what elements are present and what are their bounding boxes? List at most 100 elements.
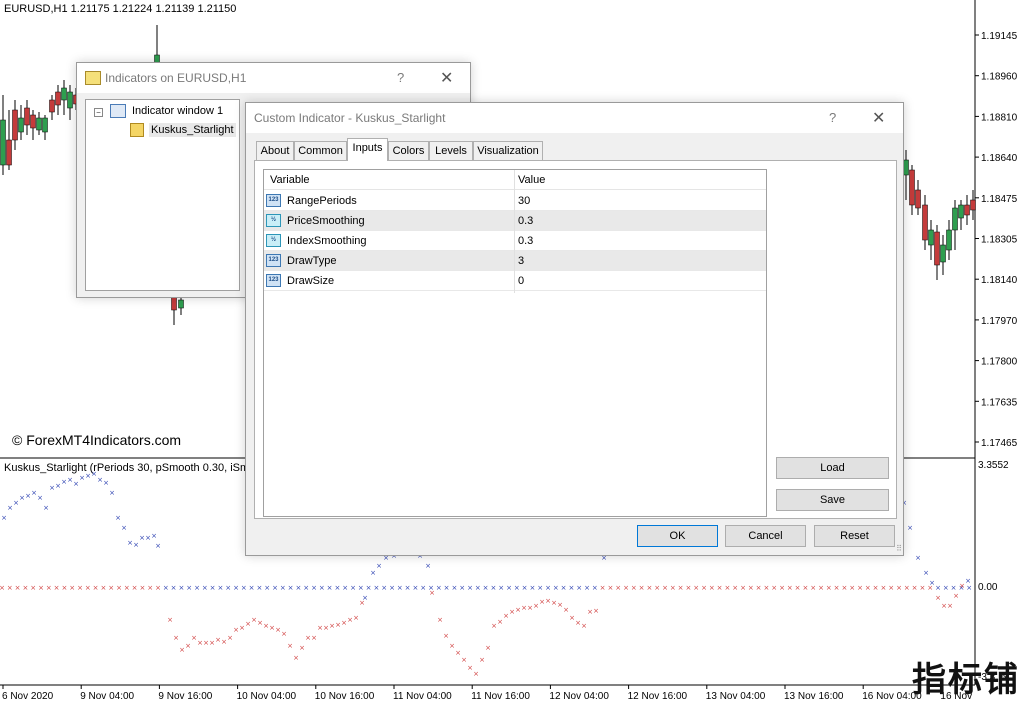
time-label: 12 Nov 04:00 — [549, 691, 609, 702]
custom-dialog-titlebar[interactable]: Custom Indicator - Kuskus_Starlight ? ✕ — [246, 103, 903, 133]
variable-value[interactable]: 3 — [518, 255, 524, 267]
integer-icon: 123 — [266, 194, 281, 207]
indicator-marker: × — [444, 584, 450, 592]
indicator-marker: × — [97, 476, 103, 484]
indicator-marker: × — [303, 584, 309, 592]
candle-body — [6, 139, 12, 166]
indicator-marker: × — [124, 584, 130, 592]
indicator-marker: × — [288, 584, 294, 592]
help-button[interactable]: ? — [829, 110, 836, 125]
indicator-window-icon — [110, 104, 126, 118]
table-row[interactable]: ½ IndexSmoothing 0.3 — [264, 231, 766, 251]
indicator-marker: × — [373, 584, 379, 592]
time-label: 12 Nov 16:00 — [628, 691, 688, 702]
indicator-marker: × — [935, 594, 941, 602]
indicator-marker: × — [503, 612, 509, 620]
indicator-marker: × — [959, 582, 965, 590]
indicator-marker: × — [155, 542, 161, 550]
indicator-marker: × — [221, 638, 227, 646]
double-icon: ½ — [266, 214, 281, 227]
column-divider[interactable] — [514, 170, 515, 293]
indicator-marker: × — [436, 584, 442, 592]
indicator-marker: × — [389, 584, 395, 592]
variable-value[interactable]: 0 — [518, 275, 524, 287]
indicator-marker: × — [323, 624, 329, 632]
resize-grip-icon[interactable]: ⠿ — [896, 544, 902, 553]
candle-body — [964, 204, 970, 216]
indicator-marker: × — [46, 584, 52, 592]
time-label: 13 Nov 04:00 — [706, 691, 766, 702]
candle-body — [49, 99, 55, 113]
indicator-marker: × — [272, 584, 278, 592]
help-button[interactable]: ? — [397, 70, 404, 85]
indicator-marker: × — [151, 532, 157, 540]
candle-body — [30, 114, 36, 129]
indicator-marker: × — [810, 584, 816, 592]
tree-item-indicator-window[interactable]: Indicator window 1 — [132, 105, 223, 117]
variable-value[interactable]: 0.3 — [518, 215, 533, 227]
indicator-marker: × — [575, 619, 581, 627]
indicator-marker: × — [342, 584, 348, 592]
indicator-marker: × — [269, 624, 275, 632]
time-label: 13 Nov 16:00 — [784, 691, 844, 702]
candle-body — [903, 159, 909, 176]
indicator-marker: × — [366, 584, 372, 592]
table-row[interactable]: 123 RangePeriods 30 — [264, 191, 766, 211]
tab-levels[interactable]: Levels — [429, 141, 473, 161]
indicator-tree[interactable]: − Indicator window 1 Kuskus_Starlight — [85, 99, 240, 291]
collapse-icon[interactable]: − — [94, 108, 103, 117]
indicator-marker: × — [941, 602, 947, 610]
indicator-marker: × — [295, 584, 301, 592]
close-icon[interactable]: ✕ — [872, 108, 885, 128]
column-header-value[interactable]: Value — [518, 174, 545, 186]
variable-value[interactable]: 30 — [518, 195, 530, 207]
indicator-marker: × — [115, 514, 121, 522]
variable-value[interactable]: 0.3 — [518, 235, 533, 247]
inputs-grid[interactable]: Variable Value 123 RangePeriods 30 ½ Pri… — [263, 169, 767, 517]
close-icon[interactable]: ✕ — [440, 68, 453, 88]
custom-indicator-dialog[interactable]: Custom Indicator - Kuskus_Starlight ? ✕ … — [245, 102, 904, 556]
price-label: 1.18640 — [981, 153, 1018, 164]
load-button[interactable]: Load — [776, 457, 889, 479]
indicator-marker: × — [865, 584, 871, 592]
variable-name: IndexSmoothing — [287, 235, 367, 247]
indicator-marker: × — [335, 621, 341, 629]
save-button[interactable]: Save — [776, 489, 889, 511]
tab-inputs[interactable]: Inputs — [347, 138, 388, 161]
indicator-marker: × — [281, 630, 287, 638]
tree-item-kuskus-starlight[interactable]: Kuskus_Starlight — [149, 123, 236, 137]
indicator-marker: × — [485, 644, 491, 652]
indicator-marker: × — [317, 624, 323, 632]
cancel-button[interactable]: Cancel — [725, 525, 806, 547]
indicators-dialog-titlebar[interactable]: Indicators on EURUSD,H1 ? ✕ — [77, 63, 470, 93]
tab-common[interactable]: Common — [294, 141, 347, 161]
indicator-marker: × — [163, 584, 169, 592]
indicator-marker: × — [965, 577, 971, 585]
indicator-marker: × — [305, 634, 311, 642]
indicator-marker: × — [717, 584, 723, 592]
candle-body — [934, 231, 940, 266]
column-header-variable[interactable]: Variable — [270, 174, 310, 186]
tab-about[interactable]: About — [256, 141, 294, 161]
tab-colors[interactable]: Colors — [388, 141, 429, 161]
indicator-marker: × — [685, 584, 691, 592]
table-row[interactable]: ½ PriceSmoothing 0.3 — [264, 211, 766, 231]
indicator-marker: × — [79, 474, 85, 482]
indicator-marker: × — [412, 584, 418, 592]
indicator-marker: × — [732, 584, 738, 592]
indicator-marker: × — [551, 599, 557, 607]
indicator-marker: × — [31, 489, 37, 497]
candle-body — [922, 204, 928, 241]
table-row[interactable]: 123 DrawSize 0 — [264, 271, 766, 291]
indicator-marker: × — [397, 584, 403, 592]
table-row[interactable]: 123 DrawType 3 — [264, 251, 766, 271]
indicator-marker: × — [545, 584, 551, 592]
grid-header: Variable Value — [264, 170, 766, 190]
indicator-marker: × — [947, 602, 953, 610]
tab-visualization[interactable]: Visualization — [473, 141, 543, 161]
indicator-marker: × — [241, 584, 247, 592]
indicator-marker: × — [953, 592, 959, 600]
ok-button[interactable]: OK — [637, 525, 718, 547]
reset-button[interactable]: Reset — [814, 525, 895, 547]
indicator-marker: × — [498, 584, 504, 592]
